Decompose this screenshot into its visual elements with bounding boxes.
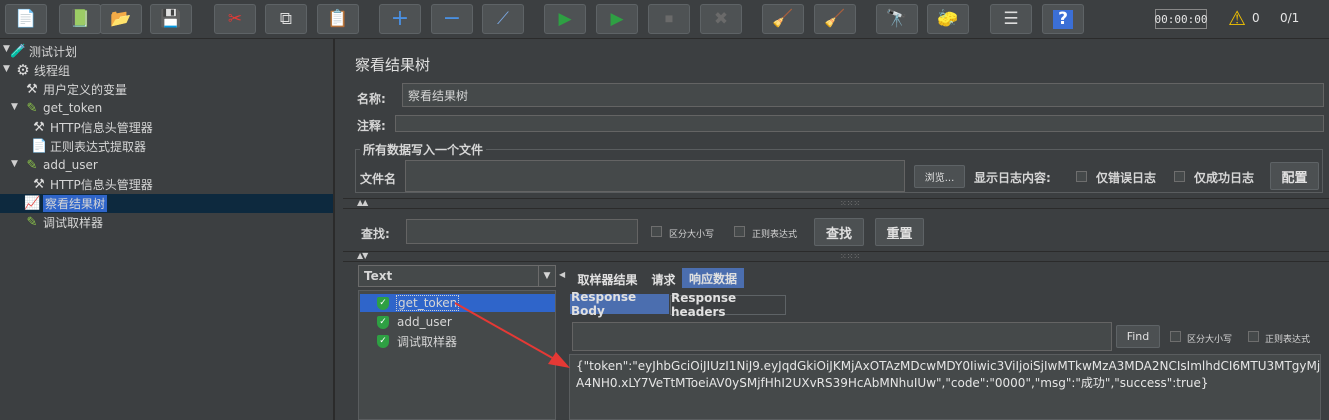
annotation-arrow-head bbox=[548, 352, 570, 368]
annotation-arrow-line bbox=[454, 302, 557, 361]
annotation-arrow bbox=[454, 302, 570, 368]
